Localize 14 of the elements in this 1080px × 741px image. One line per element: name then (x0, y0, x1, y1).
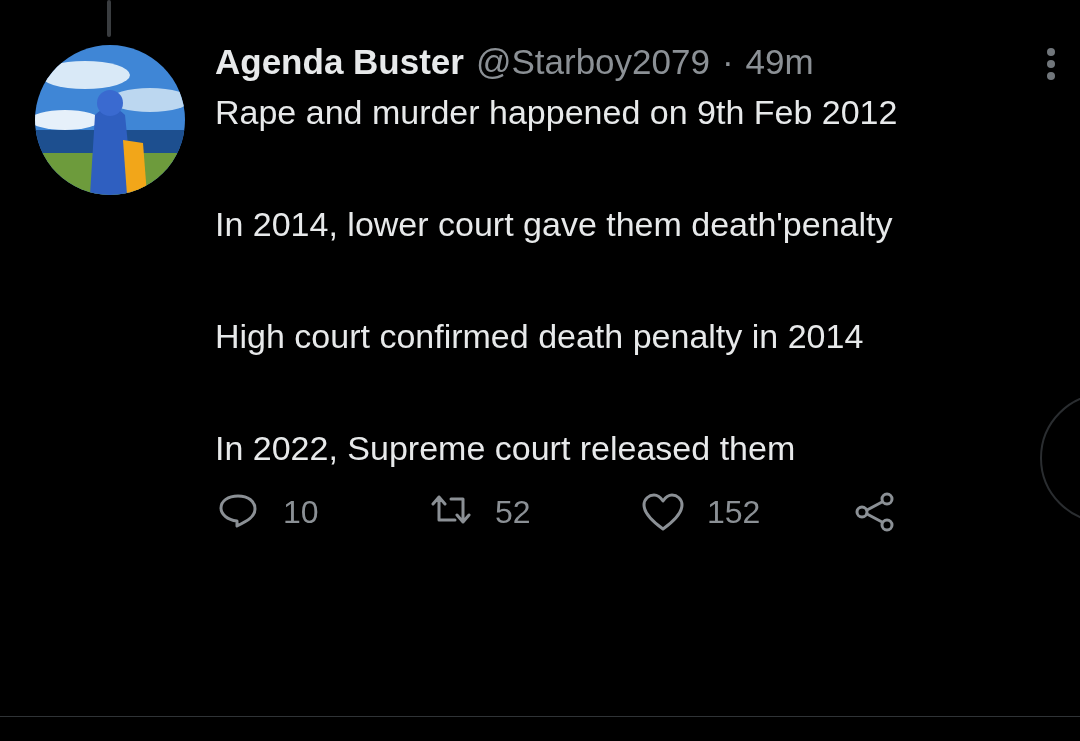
action-count: 10 (283, 493, 319, 532)
separator: · (721, 42, 734, 82)
tweet-text: In 2014, lower court gave them death'penalty (215, 204, 894, 245)
more-icon[interactable] (1045, 46, 1057, 83)
heart-icon[interactable] (641, 492, 685, 532)
tweet-text: High court confirmed death penalty in 2014 (215, 316, 865, 357)
thread-line (107, 0, 111, 37)
author-handle[interactable]: @Starboy2079 (475, 42, 710, 82)
action-count: 152 (707, 493, 761, 532)
tweet-text: Rape and murder happened on 9th Feb 2012 (215, 92, 899, 133)
timestamp[interactable]: 49m (745, 42, 814, 82)
author-name[interactable]: Agenda Buster (215, 42, 464, 82)
action-count: 52 (495, 493, 531, 532)
tweet-text: In 2022, Supreme court released them (215, 428, 797, 469)
